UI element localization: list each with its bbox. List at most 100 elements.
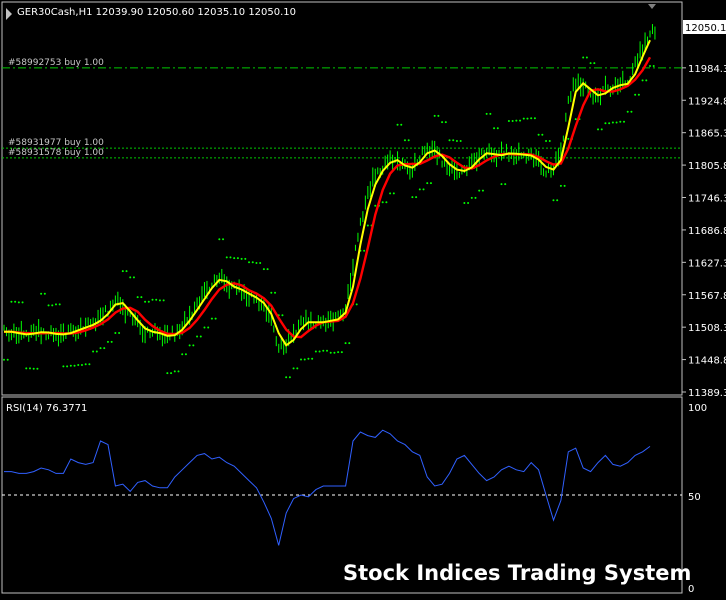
order-label: #58931977 buy 1.00	[8, 138, 104, 148]
psar-dot	[481, 189, 484, 192]
psar-dot	[77, 363, 80, 366]
psar-dot	[314, 350, 317, 353]
psar-dot	[366, 224, 369, 227]
psar-dot	[140, 296, 143, 299]
psar-dot	[218, 238, 221, 241]
psar-dot	[222, 238, 225, 241]
rsi-panel-header: RSI(14) 76.3771	[6, 403, 87, 414]
current-price-label: 12050.1	[685, 23, 726, 34]
psar-dot	[548, 139, 551, 142]
psar-dot	[155, 298, 158, 301]
psar-dot	[489, 112, 492, 115]
psar-dot	[125, 270, 128, 273]
chart-canvas[interactable]: GER30Cash,H1 12039.90 12050.60 12035.10 …	[0, 0, 726, 596]
psar-dot	[340, 351, 343, 354]
psar-dot	[103, 347, 106, 350]
psar-dot	[400, 123, 403, 126]
psar-dot	[248, 261, 251, 264]
psar-dot	[162, 299, 165, 302]
psar-dot	[645, 79, 648, 82]
psar-dot	[36, 367, 39, 370]
psar-dot	[611, 121, 614, 124]
psar-dot	[92, 350, 95, 353]
psar-dot	[244, 257, 247, 260]
psar-dot	[73, 364, 76, 367]
psar-dot	[326, 349, 328, 352]
psar-dot	[121, 270, 124, 273]
psar-dot	[344, 342, 347, 345]
psar-dot	[158, 299, 161, 302]
psar-dot	[266, 268, 269, 271]
psar-dot	[552, 199, 555, 202]
rsi-axis-label-0: 0	[688, 584, 694, 595]
psar-dot	[381, 201, 384, 204]
psar-dot	[459, 139, 462, 142]
psar-dot	[634, 93, 637, 96]
psar-dot	[337, 351, 340, 354]
psar-dot	[600, 128, 603, 131]
psar-dot	[28, 367, 31, 370]
psar-dot	[463, 201, 466, 204]
psar-dot	[25, 367, 28, 370]
psar-dot	[196, 335, 199, 338]
psar-dot	[392, 192, 395, 195]
psar-dot	[385, 201, 388, 204]
psar-dot	[626, 110, 629, 113]
psar-dot	[556, 199, 559, 202]
psar-dot	[14, 300, 17, 303]
psar-dot	[129, 276, 132, 279]
watermark-title: Stock Indices Trading System	[343, 561, 691, 585]
psar-dot	[114, 332, 117, 335]
psar-dot	[619, 120, 622, 123]
psar-dot	[173, 370, 176, 373]
psar-dot	[559, 184, 562, 187]
psar-dot	[199, 335, 202, 338]
psar-dot	[630, 110, 633, 113]
psar-dot	[582, 56, 585, 59]
psar-dot	[136, 296, 139, 299]
psar-dot	[181, 353, 184, 356]
psar-dot	[307, 357, 310, 360]
psar-dot	[623, 120, 626, 123]
psar-dot	[80, 363, 83, 366]
psar-dot	[411, 196, 414, 199]
psar-dot	[333, 351, 336, 354]
psar-dot	[522, 117, 525, 120]
psar-dot	[58, 303, 61, 306]
psar-dot	[363, 249, 366, 252]
psar-dot	[32, 367, 35, 370]
psar-dot	[541, 133, 544, 136]
psar-dot	[262, 268, 265, 271]
psar-dot	[418, 188, 421, 191]
rsi-axis-label-100: 100	[688, 403, 707, 414]
psar-dot	[17, 301, 20, 304]
psar-dot	[437, 114, 440, 117]
psar-dot	[184, 353, 187, 356]
psar-dot	[132, 276, 135, 279]
order-label: #58931578 buy 1.00	[8, 148, 104, 158]
price-axis-label: 11865.3	[688, 129, 726, 140]
psar-dot	[21, 301, 24, 304]
price-axis-label: 11746.3	[688, 194, 726, 205]
psar-dot	[604, 122, 607, 125]
psar-dot	[537, 133, 540, 136]
psar-dot	[504, 183, 507, 186]
psar-dot	[274, 291, 277, 294]
psar-dot	[637, 93, 640, 96]
psar-dot	[589, 62, 592, 65]
psar-dot	[533, 117, 536, 120]
psar-dot	[474, 196, 477, 199]
psar-dot	[285, 376, 288, 379]
psar-dot	[329, 351, 332, 354]
psar-dot	[43, 292, 46, 295]
psar-dot	[170, 372, 173, 375]
psar-dot	[10, 300, 13, 303]
psar-dot	[214, 317, 217, 320]
psar-dot	[574, 118, 577, 121]
psar-dot	[303, 358, 306, 361]
psar-dot	[649, 65, 651, 68]
psar-dot	[259, 262, 262, 265]
psar-dot	[236, 257, 239, 260]
psar-dot	[507, 119, 510, 122]
psar-dot	[110, 340, 113, 343]
